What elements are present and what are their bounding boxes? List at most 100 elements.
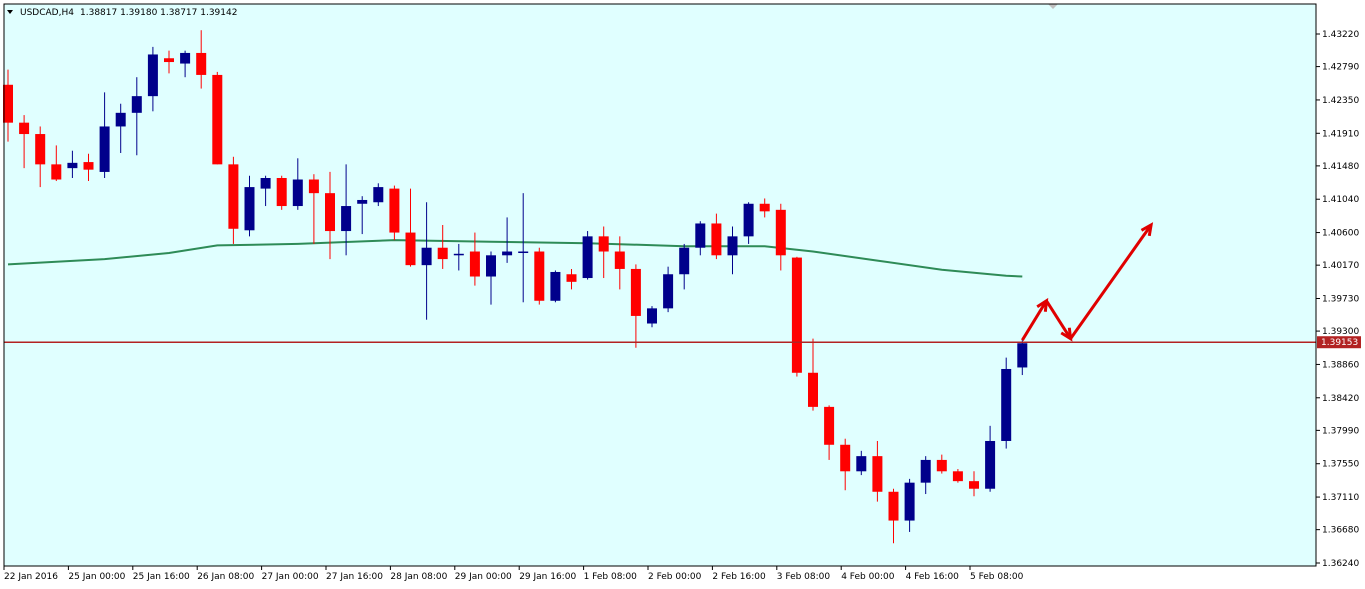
bull-candle-body: [985, 440, 996, 489]
candlestick: [276, 175, 287, 210]
price-tag-label: 1.39153: [1321, 338, 1358, 348]
candlestick: [791, 256, 802, 377]
x-tick-label: 2 Feb 16:00: [712, 572, 766, 582]
bull-candle-body: [373, 187, 384, 203]
y-tick-label: 1.39730: [1322, 295, 1359, 305]
candlestick: [389, 185, 400, 241]
bull-candle-body: [582, 236, 593, 279]
y-tick-label: 1.42790: [1322, 63, 1359, 73]
bear-candle-body: [325, 193, 335, 232]
bull-candle-body: [357, 199, 368, 204]
bear-candle-body: [212, 74, 223, 165]
bear-candle-body: [566, 274, 577, 282]
x-tick-label: 3 Feb 08:00: [777, 572, 831, 582]
bear-candle-body: [437, 247, 448, 260]
bear-candle-body: [630, 268, 641, 316]
bull-candle-body: [502, 251, 513, 256]
x-tick-label: 29 Jan 16:00: [519, 572, 576, 582]
x-tick-label: 4 Feb 00:00: [841, 572, 895, 582]
bull-candle-body: [180, 52, 191, 64]
bull-candle-body: [920, 459, 931, 483]
x-tick-label: 4 Feb 16:00: [906, 572, 960, 582]
bull-candle-body: [647, 308, 657, 324]
x-tick-label: 25 Jan 00:00: [68, 572, 125, 582]
x-tick-label: 25 Jan 16:00: [133, 572, 190, 582]
y-tick-label: 1.37550: [1322, 460, 1359, 470]
bull-candle-body: [486, 255, 496, 277]
candlestick: [212, 71, 223, 165]
y-tick-label: 1.41040: [1322, 195, 1359, 205]
bull-candle-body: [1001, 368, 1012, 441]
bear-candle-body: [711, 223, 722, 256]
bear-candle-body: [534, 251, 545, 301]
bull-candle-body: [260, 177, 271, 189]
bear-candle-body: [164, 58, 174, 63]
bear-candle-body: [598, 236, 609, 252]
chart-window: 1.39153 1.43220 1.42790 1.42350 1.41910 1.41…: [0, 0, 1365, 589]
bull-candle-body: [147, 54, 158, 97]
y-tick-label: 1.37990: [1322, 426, 1359, 436]
bear-candle-body: [775, 209, 786, 256]
bull-candle-body: [663, 274, 674, 309]
bull-candle-body: [453, 253, 464, 256]
bull-candle-body: [550, 271, 561, 301]
x-tick-label: 22 Jan 2016: [4, 572, 58, 582]
bear-candle-body: [888, 491, 899, 521]
y-tick-label: 1.40600: [1322, 229, 1359, 239]
y-tick-label: 1.38420: [1322, 394, 1359, 404]
x-tick-label: 29 Jan 00:00: [455, 572, 512, 582]
y-tick-label: 1.37110: [1322, 493, 1359, 503]
bear-candle-body: [808, 372, 818, 407]
x-tick-label: 5 Feb 08:00: [970, 572, 1024, 582]
bear-candle-body: [840, 444, 851, 472]
x-tick-label: 27 Jan 00:00: [262, 572, 319, 582]
bear-candle-body: [824, 406, 835, 445]
y-tick-label: 1.40170: [1322, 261, 1359, 271]
bear-candle-body: [35, 134, 46, 165]
y-tick-label: 1.41910: [1322, 129, 1359, 139]
y-tick-label: 1.43220: [1322, 30, 1359, 40]
bull-candle-body: [292, 179, 303, 207]
bull-candle-body: [679, 247, 690, 275]
bull-candle-body: [244, 187, 255, 231]
x-tick-label: 27 Jan 16:00: [326, 572, 383, 582]
bear-candle-body: [308, 179, 319, 194]
y-tick-label: 1.36680: [1322, 526, 1359, 536]
bull-candle-body: [421, 247, 432, 266]
x-tick-label: 28 Jan 08:00: [390, 572, 447, 582]
bear-candle-body: [389, 188, 400, 233]
x-tick-label: 1 Feb 08:00: [584, 572, 638, 582]
bear-candle-body: [469, 251, 480, 277]
bull-candle-body: [115, 112, 126, 127]
bear-candle-body: [791, 257, 802, 373]
y-tick-label: 1.36240: [1322, 559, 1359, 569]
x-tick-label: 26 Jan 08:00: [197, 572, 254, 582]
y-tick-label: 1.39300: [1322, 327, 1359, 337]
bull-candle-body: [727, 236, 738, 256]
bull-candle-body: [695, 223, 706, 248]
bear-candle-body: [759, 203, 770, 212]
y-tick-label: 1.38860: [1322, 360, 1359, 370]
bull-candle-body: [341, 206, 352, 232]
bear-candle-body: [872, 456, 883, 492]
bull-candle-body: [99, 126, 110, 172]
bear-candle-body: [276, 177, 287, 207]
bear-candle-body: [614, 251, 625, 269]
ohlc-values: 1.38817 1.39180 1.38717 1.39142: [80, 8, 237, 18]
bear-candle-body: [19, 122, 30, 135]
candlestick: [534, 247, 545, 305]
bear-candle-body: [51, 164, 62, 180]
bear-candle-body: [228, 164, 239, 229]
symbol-title: USDCAD,H4: [20, 8, 74, 18]
bull-candle-body: [67, 162, 78, 169]
bull-candle-body: [518, 251, 529, 254]
candlestick: [582, 231, 593, 280]
bull-candle-body: [131, 96, 142, 113]
bear-candle-body: [83, 162, 94, 170]
price-chart[interactable]: 1.39153 1.43220 1.42790 1.42350 1.41910 1.41…: [0, 0, 1365, 589]
bull-candle-body: [743, 203, 754, 237]
bear-candle-body: [196, 52, 207, 75]
x-tick-label: 2 Feb 00:00: [648, 572, 702, 582]
candlestick: [1001, 357, 1012, 449]
candlestick: [550, 270, 561, 303]
